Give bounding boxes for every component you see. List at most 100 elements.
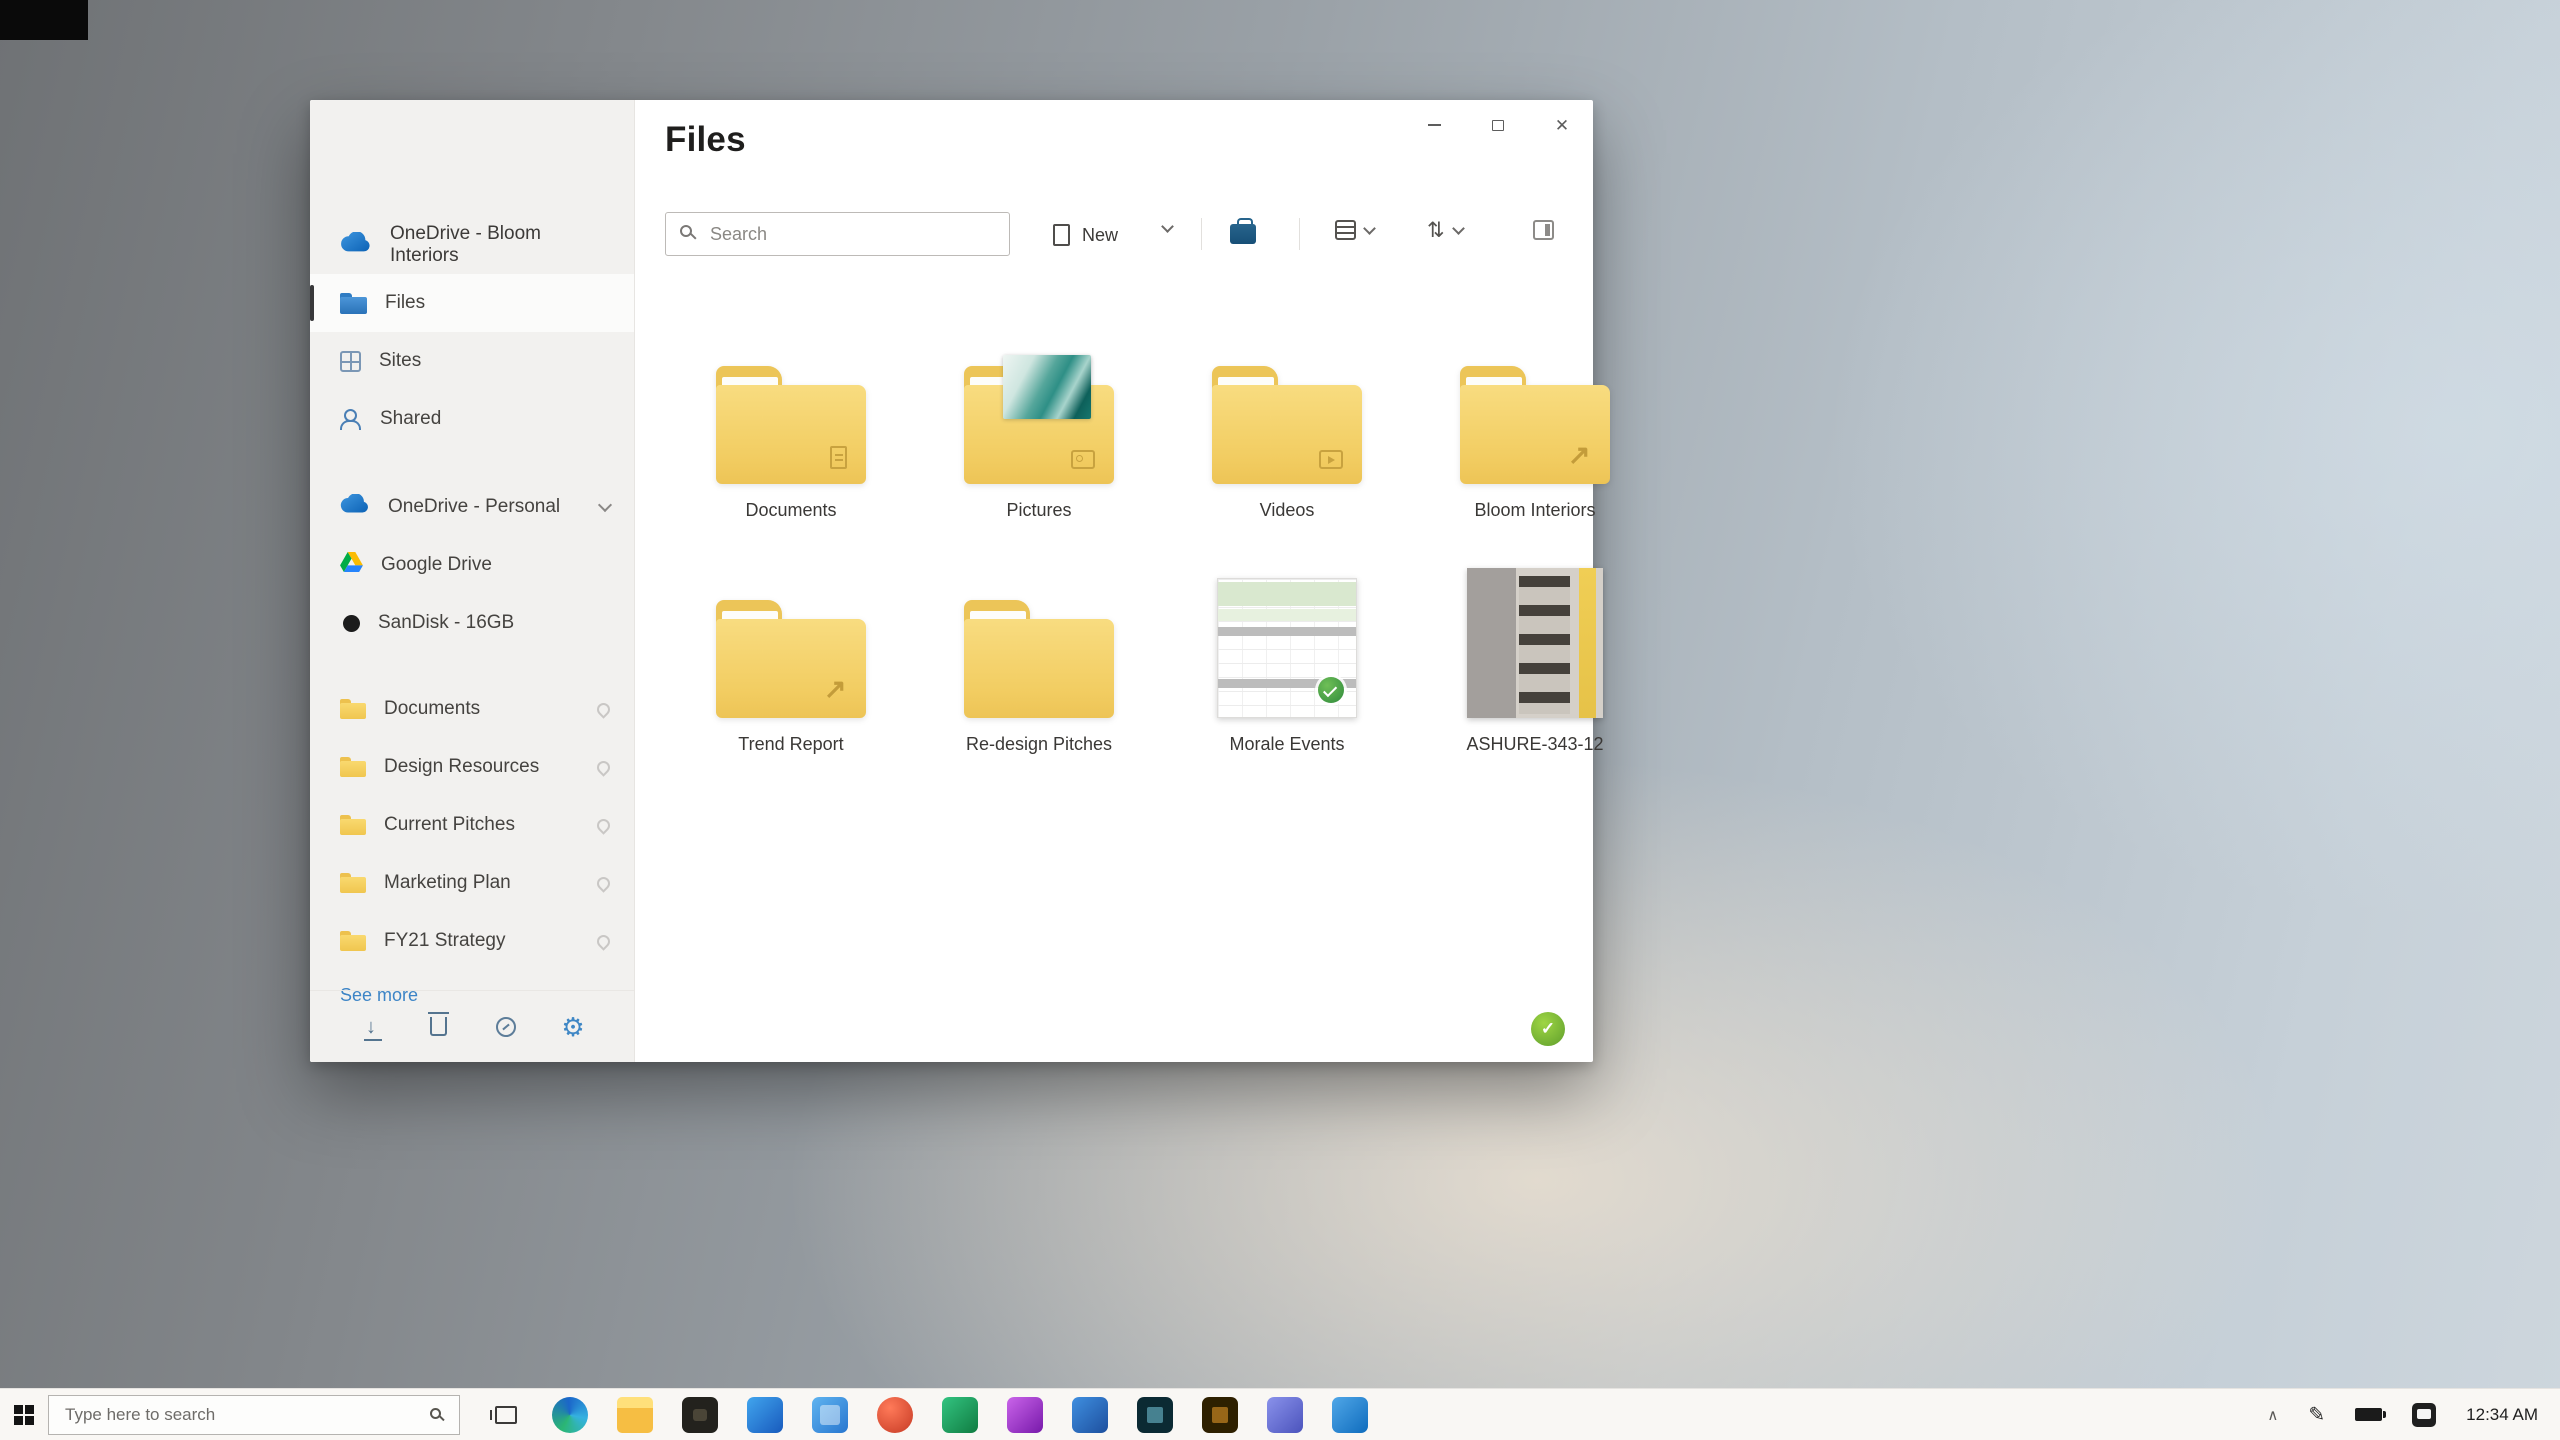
taskbar-app-illustrator[interactable] (1202, 1396, 1238, 1433)
account-label: OneDrive - Bloom Interiors (390, 223, 541, 266)
folder-icon (716, 328, 866, 484)
sidebar-folder-documents[interactable]: Documents (310, 680, 634, 738)
taskbar-app-edge[interactable] (552, 1396, 588, 1433)
taskbar-app-photoshop[interactable] (1072, 1396, 1108, 1433)
window-controls: ✕ (1417, 110, 1579, 140)
file-label: Bloom Interiors (1474, 500, 1596, 520)
desktop-background: ✕ OneDrive - Bloom Interiors Files Sites (0, 0, 2560, 1440)
action-center-icon[interactable] (2412, 1402, 2437, 1427)
sites-grid-icon (340, 350, 361, 372)
taskbar-search-input[interactable] (49, 1395, 459, 1434)
start-button[interactable] (0, 1389, 48, 1440)
sort-arrows-icon: ⇅ (1427, 219, 1445, 242)
tile-bloom-interiors[interactable]: ↗ Bloom Interiors (1411, 328, 1659, 562)
taskbar-app-file-explorer[interactable] (617, 1396, 653, 1433)
drive-item-sandisk[interactable]: SanDisk - 16GB (310, 594, 634, 652)
close-button[interactable]: ✕ (1545, 110, 1579, 140)
folder-icon (340, 699, 366, 719)
folder-icon (964, 328, 1114, 484)
taskbar-app-photos[interactable] (812, 1396, 848, 1433)
new-button[interactable]: New (1043, 216, 1128, 254)
hidden-icons-chevron-icon[interactable]: ∧ (2267, 1406, 2278, 1424)
tile-ashure-photo[interactable]: ASHURE-343-12 (1411, 562, 1659, 796)
spreadsheet-thumbnail (1217, 562, 1357, 718)
sidebar-item-files[interactable]: Files (310, 274, 634, 332)
tile-morale-events[interactable]: Morale Events (1163, 562, 1411, 796)
pin-icon (594, 699, 613, 719)
sidebar-folder-marketing-plan[interactable]: Marketing Plan (310, 854, 634, 912)
battery-icon[interactable] (2355, 1408, 2387, 1421)
usb-disk-icon (343, 614, 360, 632)
sidebar-folder-fy21-strategy[interactable]: FY21 Strategy (310, 912, 634, 970)
folder-label: Marketing Plan (384, 872, 511, 893)
view-options-button[interactable] (1335, 220, 1376, 240)
folder-label: Design Resources (384, 756, 540, 777)
folder-label: FY21 Strategy (384, 930, 506, 951)
sidebar-folder-current-pitches[interactable]: Current Pitches (310, 796, 634, 854)
pin-icon (594, 931, 613, 951)
download-icon[interactable]: ↓ (354, 1010, 388, 1044)
taskbar-app-after-effects[interactable] (1137, 1396, 1173, 1433)
folder-label: Documents (384, 698, 481, 719)
office-apps-button[interactable] (1221, 214, 1265, 254)
tile-documents[interactable]: Documents (667, 328, 915, 562)
sidebar-item-shared[interactable]: Shared (310, 390, 634, 448)
onedrive-app-window: ✕ OneDrive - Bloom Interiors Files Sites (310, 100, 1610, 1062)
minimize-button[interactable] (1417, 110, 1451, 140)
sort-button[interactable]: ⇅ (1427, 219, 1465, 242)
toolbar: New ⇅ (635, 212, 1593, 258)
sidebar-item-sites[interactable]: Sites (310, 332, 634, 390)
folder-icon (964, 562, 1114, 718)
taskbar-app-onenote[interactable] (1007, 1396, 1043, 1433)
sidebar: OneDrive - Bloom Interiors Files Sites S… (310, 100, 635, 1062)
page-title: Files (665, 120, 746, 159)
chevron-down-icon[interactable] (597, 497, 613, 512)
taskbar-clock[interactable]: 12:34 AM (2466, 1405, 2538, 1425)
tile-redesign-pitches[interactable]: Re-design Pitches (915, 562, 1163, 796)
system-tray: ∧ ✎ 12:34 AM (2267, 1402, 2560, 1427)
file-label: Pictures (1006, 500, 1072, 520)
drive-item-onedrive-personal[interactable]: OneDrive - Personal (310, 478, 634, 536)
settings-gear-icon[interactable]: ⚙ (556, 1010, 590, 1044)
document-badge-icon (829, 445, 847, 469)
file-label: ASHURE-343-12 (1466, 734, 1604, 754)
search-icon (680, 225, 692, 237)
task-view-button[interactable] (486, 1389, 526, 1440)
details-pane-icon (1533, 220, 1554, 240)
sidebar-item-label: Shared (380, 408, 442, 429)
recycle-bin-icon[interactable] (421, 1010, 455, 1044)
new-dropdown-chevron-icon[interactable] (1161, 220, 1174, 233)
file-label: Re-design Pitches (965, 734, 1113, 754)
pinned-apps (552, 1396, 1368, 1433)
search-input[interactable] (665, 212, 1010, 256)
sync-status-button[interactable]: ✓ (1531, 1012, 1565, 1046)
onedrive-cloud-icon (340, 493, 370, 520)
sidebar-folder-design-resources[interactable]: Design Resources (310, 738, 634, 796)
drive-item-google-drive[interactable]: Google Drive (310, 536, 634, 594)
taskbar-app-opera[interactable] (877, 1396, 913, 1433)
windows-ink-pen-icon[interactable]: ✎ (2308, 1402, 2325, 1427)
tile-pictures[interactable]: Pictures (915, 328, 1163, 562)
excel-status-icon (1318, 677, 1344, 703)
taskbar-app-word[interactable] (747, 1396, 783, 1433)
drive-label: Google Drive (381, 554, 492, 575)
file-label: Documents (745, 500, 837, 520)
tile-videos[interactable]: Videos (1163, 328, 1411, 562)
new-file-icon (1053, 224, 1070, 246)
feedback-icon[interactable] (489, 1010, 523, 1044)
shortcut-arrow-icon: ↗ (823, 673, 847, 704)
tile-trend-report[interactable]: ↗ Trend Report (667, 562, 915, 796)
details-pane-button[interactable] (1533, 220, 1554, 240)
file-grid: Documents Pictures Videos ↗ Bloom Interi… (667, 328, 1659, 796)
briefcase-icon (1230, 218, 1256, 244)
taskbar-app-excel[interactable] (942, 1396, 978, 1433)
toolbar-divider (1201, 218, 1202, 250)
taskbar-app-outlook[interactable] (1332, 1396, 1368, 1433)
folder-icon (340, 873, 366, 893)
taskbar-app-teams[interactable] (1267, 1396, 1303, 1433)
folder-icon: ↗ (1460, 328, 1610, 484)
folder-icon (340, 931, 366, 951)
maximize-button[interactable] (1481, 110, 1515, 140)
taskbar-app-camera[interactable] (682, 1396, 718, 1433)
account-switcher[interactable]: OneDrive - Bloom Interiors (310, 218, 634, 272)
